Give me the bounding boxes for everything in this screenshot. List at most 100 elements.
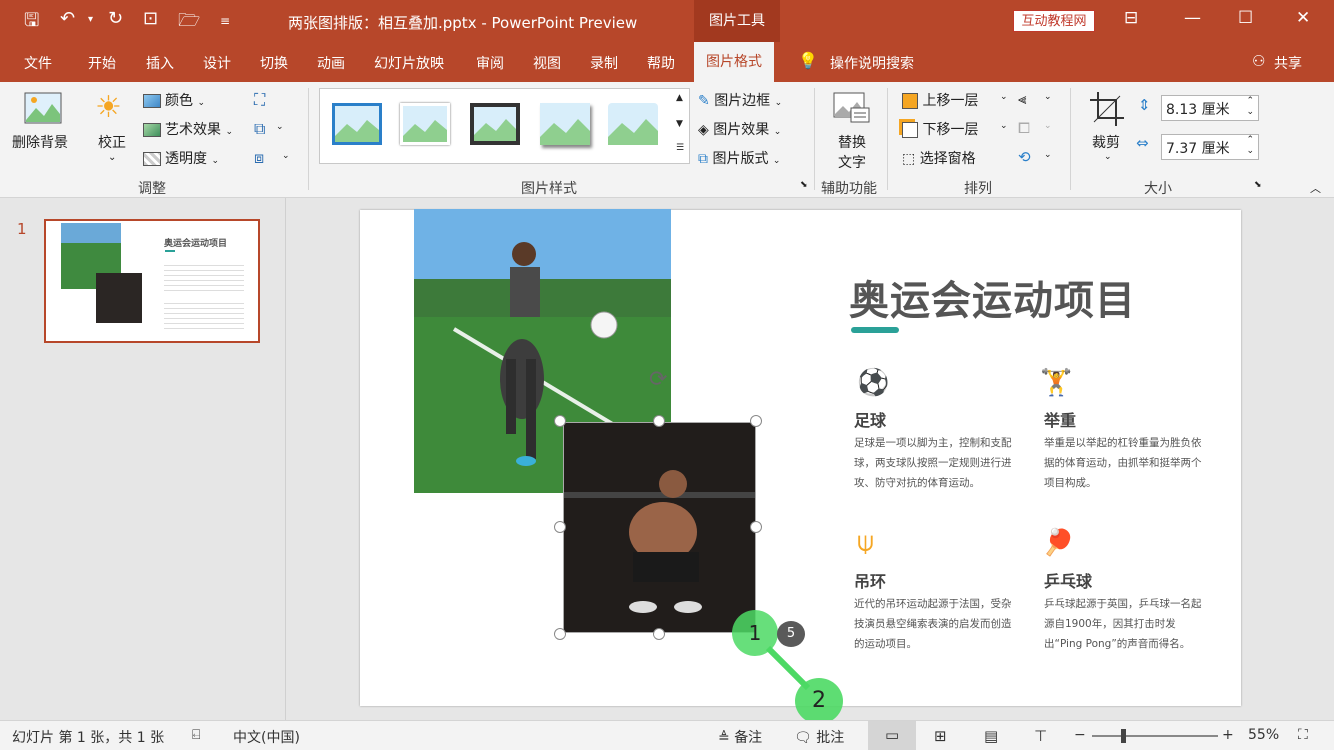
send-backward-button[interactable]: 下移一层 [902, 119, 978, 139]
open-folder-icon[interactable]: 🗁 [178, 8, 200, 38]
resize-handle-sw[interactable] [554, 628, 566, 640]
alt-text-button-line1[interactable]: 替换 [838, 132, 866, 152]
align-icon[interactable]: ⫷ [1018, 90, 1026, 108]
tab-transitions[interactable]: 切换 [260, 53, 288, 73]
bring-forward-button[interactable]: 上移一层 [902, 90, 978, 110]
picture-border-button[interactable]: ✎ 图片边框 ⌄ [698, 90, 782, 110]
slide-sorter-icon[interactable]: ⊞ [934, 727, 947, 745]
chevron-down-icon[interactable]: ⌄ [1044, 92, 1052, 102]
crop-icon[interactable] [1090, 92, 1124, 130]
tab-file[interactable]: 文件 [24, 53, 52, 73]
tab-picture-format[interactable]: 图片格式 [694, 42, 774, 82]
tab-record[interactable]: 录制 [590, 53, 618, 73]
chevron-down-icon[interactable]: ⌄ [276, 122, 284, 132]
ribbon-display-icon[interactable]: ⊟ [1124, 8, 1138, 28]
gallery-down-icon[interactable]: ▼ [676, 119, 683, 129]
chevron-down-icon[interactable]: ⌄ [1104, 152, 1112, 162]
redo-icon[interactable]: ↻ [108, 8, 123, 29]
accessibility-icon[interactable]: ⍇ [192, 727, 200, 743]
resize-handle-s[interactable] [653, 628, 665, 640]
spin-down-icon[interactable]: ⌄ [1246, 146, 1254, 156]
reading-view-icon[interactable]: ▤ [984, 727, 998, 745]
gallery-up-icon[interactable]: ▲ [676, 93, 683, 103]
artistic-effects-button[interactable]: 艺术效果 ⌄ [143, 119, 233, 139]
resize-handle-w[interactable] [554, 521, 566, 533]
zoom-slider-thumb[interactable] [1121, 729, 1126, 743]
alt-text-icon[interactable] [833, 92, 871, 128]
zoom-slider[interactable] [1092, 735, 1218, 737]
corrections-dropdown-icon[interactable]: ⌄ [108, 152, 116, 163]
color-button[interactable]: 颜色 ⌄ [143, 90, 205, 110]
tab-help[interactable]: 帮助 [647, 53, 675, 73]
crop-button[interactable]: 裁剪 [1092, 132, 1120, 152]
tab-view[interactable]: 视图 [533, 53, 561, 73]
chevron-down-icon[interactable]: ⌄ [1044, 150, 1052, 160]
spin-down-icon[interactable]: ⌄ [1246, 107, 1254, 117]
compress-pictures-icon[interactable]: ⛶ [254, 90, 265, 110]
alt-text-button-line2[interactable]: 文字 [838, 152, 866, 172]
remove-background-button[interactable]: 删除背景 [12, 132, 68, 152]
close-icon[interactable]: ✕ [1296, 8, 1310, 28]
tab-design[interactable]: 设计 [203, 53, 231, 73]
status-bar: 幻灯片 第 1 张，共 1 张 ⍇ 中文(中国) ≜ 备注 🗨 批注 ▭ ⊞ ▤… [0, 720, 1334, 750]
share-button[interactable]: 共享 [1274, 53, 1302, 73]
rotate-icon[interactable]: ⟲ [1018, 148, 1031, 166]
tab-insert[interactable]: 插入 [146, 53, 174, 73]
style-thumb[interactable] [608, 103, 658, 145]
tab-slideshow[interactable]: 幻灯片放映 [374, 53, 444, 73]
corrections-button[interactable]: 校正 [98, 132, 126, 152]
notes-button[interactable]: ≜ 备注 [718, 727, 762, 747]
dialog-launcher-icon[interactable]: ⬊ [1254, 180, 1262, 190]
tab-review[interactable]: 审阅 [476, 53, 504, 73]
reset-picture-icon[interactable]: ⧈ [254, 148, 264, 168]
normal-view-button[interactable]: ▭ [868, 721, 916, 750]
tab-animations[interactable]: 动画 [317, 53, 345, 73]
collapse-ribbon-icon[interactable]: ︿ [1310, 180, 1321, 196]
change-picture-icon[interactable]: ⧉ [254, 119, 265, 139]
undo-dropdown-icon[interactable]: ▾ [88, 14, 93, 25]
spin-up-icon[interactable]: ⌃ [1246, 135, 1254, 145]
corrections-icon[interactable]: ☀ [95, 90, 122, 125]
style-thumb[interactable] [540, 103, 590, 145]
save-icon[interactable]: 🖫 [24, 8, 39, 38]
resize-handle-nw[interactable] [554, 415, 566, 427]
resize-handle-ne[interactable] [750, 415, 762, 427]
dialog-launcher-icon[interactable]: ⬊ [800, 180, 808, 190]
remove-background-icon[interactable] [24, 92, 62, 130]
comments-button[interactable]: 🗨 批注 [794, 727, 844, 747]
style-thumb[interactable] [332, 103, 382, 145]
zoom-out-button[interactable]: − [1074, 727, 1086, 743]
resize-handle-n[interactable] [653, 415, 665, 427]
height-input[interactable]: 8.13 厘米 ⌃ ⌄ [1161, 95, 1259, 121]
gallery-more-icon[interactable]: ☰ [676, 143, 684, 153]
slideshow-view-icon[interactable]: ⊤ [1034, 727, 1047, 745]
fit-to-window-icon[interactable]: ⛶ [1298, 727, 1308, 743]
picture-styles-gallery[interactable]: ▲ ▼ ☰ [319, 88, 690, 164]
zoom-level[interactable]: 55% [1248, 727, 1279, 743]
transparency-button[interactable]: 透明度 ⌄ [143, 148, 219, 168]
chevron-down-icon[interactable]: ⌄ [282, 151, 290, 161]
selection-pane-icon: ⬚ [902, 151, 916, 167]
tell-me-search[interactable]: 操作说明搜索 [830, 53, 914, 73]
style-thumb[interactable] [400, 103, 450, 145]
rotate-handle-icon[interactable]: ⟳ [649, 367, 667, 392]
chevron-down-icon[interactable]: ⌄ [1000, 121, 1008, 131]
chevron-down-icon[interactable]: ⌄ [1000, 92, 1008, 102]
style-thumb[interactable] [470, 103, 520, 145]
selection-pane-button[interactable]: ⬚ 选择窗格 [902, 148, 976, 168]
width-input[interactable]: 7.37 厘米 ⌃ ⌄ [1161, 134, 1259, 160]
maximize-icon[interactable]: ☐ [1238, 8, 1253, 28]
slide-title[interactable]: 奥运会运动项目 [849, 268, 1136, 326]
picture-effects-button[interactable]: ◈ 图片效果 ⌄ [698, 119, 781, 139]
undo-icon[interactable]: ↶ [60, 8, 75, 29]
tab-home[interactable]: 开始 [88, 53, 116, 73]
picture-layout-button[interactable]: ⧉ 图片版式 ⌄ [698, 148, 780, 168]
resize-handle-e[interactable] [750, 521, 762, 533]
spin-up-icon[interactable]: ⌃ [1246, 96, 1254, 106]
zoom-in-button[interactable]: + [1222, 727, 1234, 743]
customize-qat-icon[interactable]: ≡ [220, 14, 230, 28]
slide-thumbnail[interactable]: 奥运会运动项目 [44, 219, 260, 343]
present-icon[interactable]: ⊡ [143, 8, 158, 29]
language-indicator[interactable]: 中文(中国) [233, 727, 300, 747]
minimize-icon[interactable]: — [1184, 8, 1201, 28]
